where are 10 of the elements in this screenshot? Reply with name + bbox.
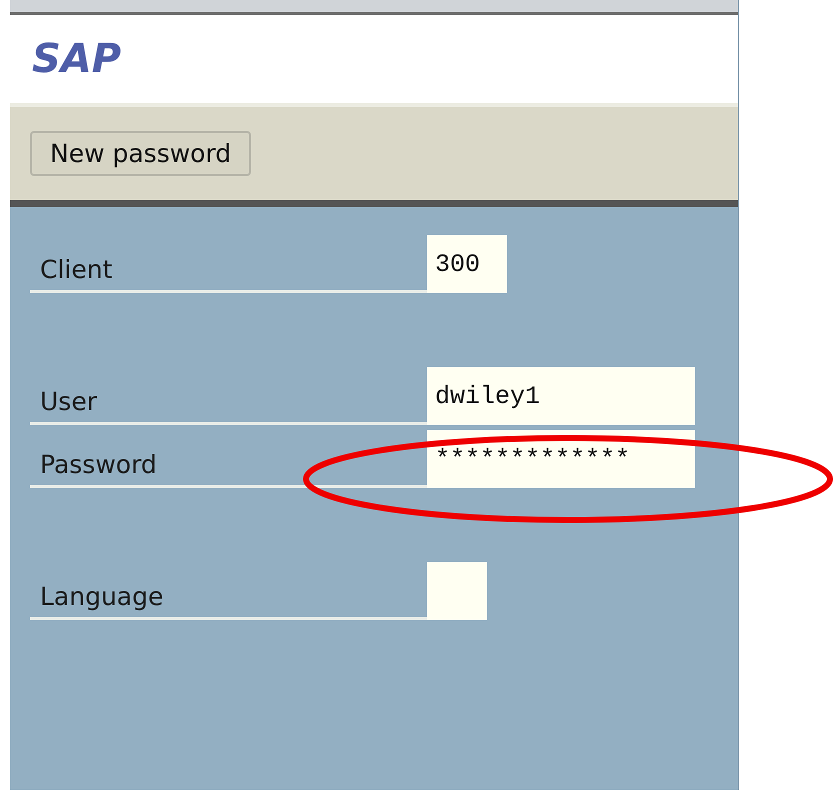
field-label: Client [30,255,427,293]
new-password-button[interactable]: New password [30,131,252,176]
input-field[interactable]: ************* [427,430,695,488]
input-field[interactable] [427,562,487,620]
sap-logo: SAP [32,36,122,82]
field-label: Language [30,582,427,620]
field-label: User [30,387,427,425]
input-field[interactable]: dwiley1 [427,367,695,425]
field-label: Password [30,450,427,488]
input-field[interactable]: 300 [427,235,507,293]
